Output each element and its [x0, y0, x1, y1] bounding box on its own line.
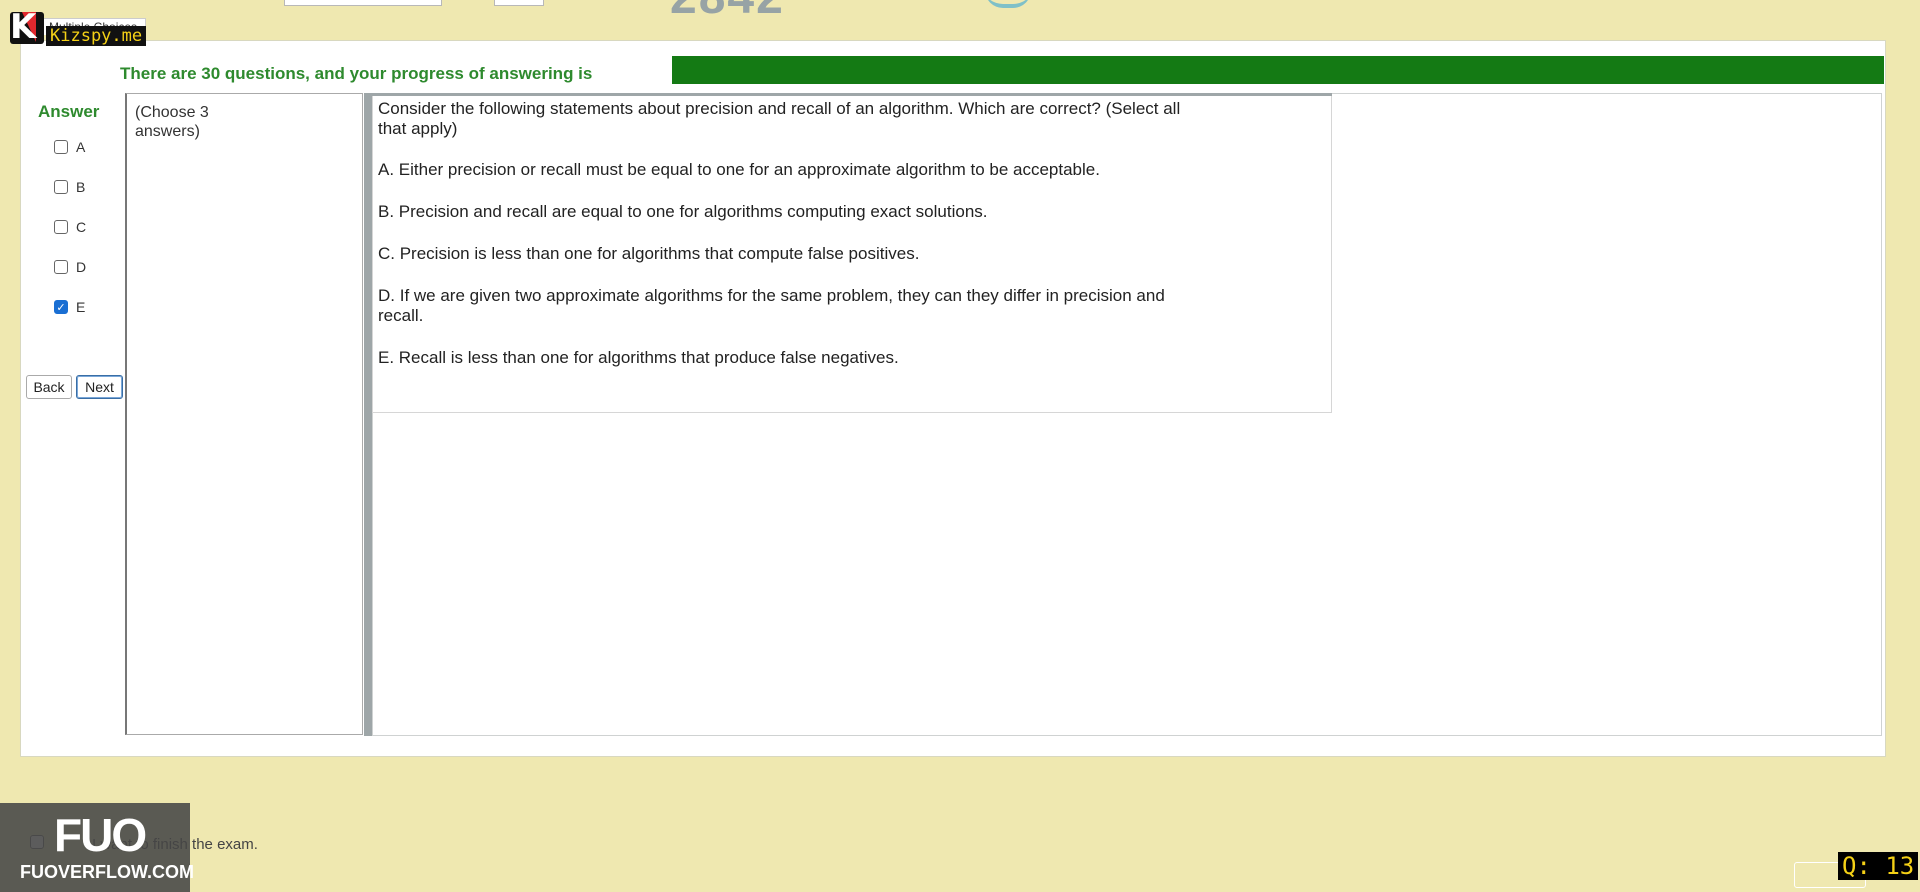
option-label-b: B — [76, 179, 86, 195]
choice-d-text-line-2: recall. — [378, 306, 424, 325]
checkbox-a[interactable] — [54, 140, 68, 154]
exam-code-text: 2842 — [670, 0, 785, 25]
choice-e-text: E. Recall is less than one for algorithm… — [378, 348, 899, 367]
kizspy-watermark: Kizspy.me — [46, 26, 147, 46]
checkbox-b[interactable] — [54, 180, 68, 194]
next-button[interactable]: Next — [76, 375, 123, 399]
choice-d-text: D. If we are given two approximate algor… — [378, 286, 1165, 305]
kizspy-logo-letter: K — [10, 7, 37, 47]
fuo-logo-text: FUO — [54, 809, 147, 861]
progress-label: There are 30 questions, and your progres… — [120, 64, 593, 83]
back-button[interactable]: Back — [26, 375, 72, 399]
decorative-shape — [985, 0, 1031, 8]
top-input-field[interactable] — [284, 0, 442, 6]
option-label-a: A — [76, 139, 86, 155]
choice-a-text: A. Either precision or recall must be eq… — [378, 160, 1100, 179]
choice-c-text: C. Precision is less than one for algori… — [378, 244, 920, 263]
instruction-panel — [125, 93, 363, 735]
top-small-box[interactable] — [494, 0, 544, 6]
answer-option-d[interactable]: D — [54, 258, 86, 276]
progress-bar-fill — [672, 56, 1884, 84]
answer-option-a[interactable]: A — [54, 138, 85, 156]
checkbox-c[interactable] — [54, 220, 68, 234]
question-card-top-border — [372, 93, 1332, 96]
answer-option-b[interactable]: B — [54, 178, 85, 196]
answer-option-c[interactable]: C — [54, 218, 86, 236]
checkbox-d[interactable] — [54, 260, 68, 274]
option-label-d: D — [76, 259, 87, 275]
checkbox-e[interactable]: ✓ — [54, 300, 68, 314]
option-label-e: E — [76, 299, 86, 315]
answer-title: Answer — [38, 102, 100, 121]
choice-b-text: B. Precision and recall are equal to one… — [378, 202, 988, 221]
choose-instruction: (Choose 3 answers) — [135, 104, 209, 140]
answer-option-e[interactable]: ✓ E — [54, 298, 85, 316]
pane-splitter[interactable] — [364, 93, 372, 736]
question-stem-line-2: that apply) — [378, 119, 458, 138]
question-stem-line-1: Consider the following statements about … — [378, 99, 1181, 118]
option-label-c: C — [76, 219, 87, 235]
progress-bar — [672, 56, 1884, 84]
question-counter: Q: 13 — [1838, 852, 1919, 880]
fuoverflow-site: FUOVERFLOW.COM — [20, 862, 194, 882]
